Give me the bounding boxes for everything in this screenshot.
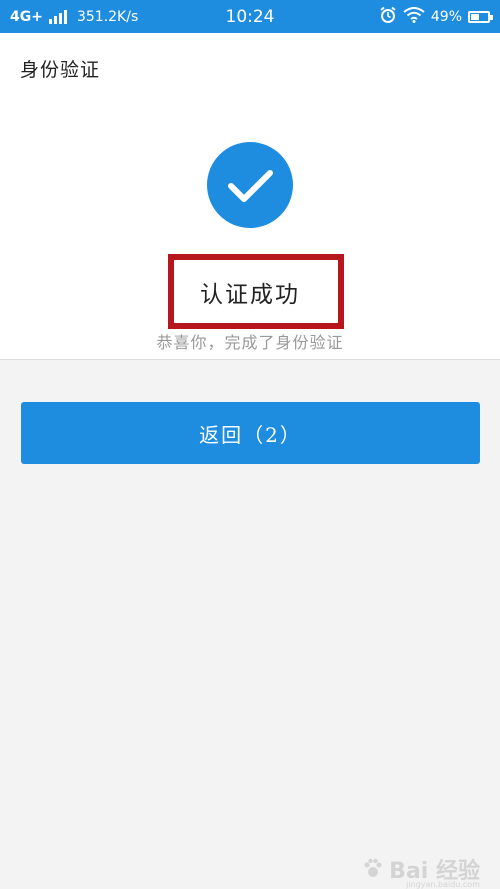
battery-percent: 49% xyxy=(430,8,462,25)
wifi-icon xyxy=(403,6,425,27)
paw-logo-icon xyxy=(364,858,382,877)
check-icon xyxy=(207,142,293,228)
result-title: 认证成功 xyxy=(200,281,300,308)
alarm-icon xyxy=(379,6,397,28)
watermark: Bai 经验 jingyan.baidu.com xyxy=(361,855,480,889)
status-bar: 4G+ 351.2K/s 10:24 49% xyxy=(0,0,500,33)
return-button[interactable]: 返回（2） xyxy=(21,402,480,464)
page-title: 身份验证 xyxy=(20,59,101,81)
watermark-sub: jingyan.baidu.com xyxy=(406,880,480,889)
result-subtitle: 恭喜你，完成了身份验证 xyxy=(156,333,344,352)
battery-icon xyxy=(468,10,493,23)
status-right: 49% xyxy=(379,0,493,33)
verification-card: 身份验证 认证成功 恭喜你，完成了身份验证 xyxy=(0,33,500,360)
